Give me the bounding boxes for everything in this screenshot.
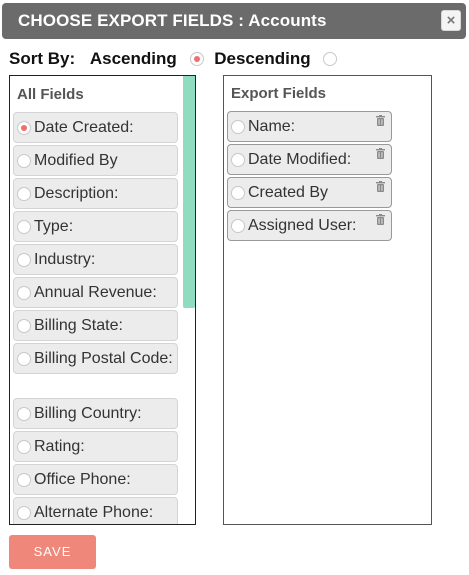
field-label: Annual Revenue: xyxy=(34,284,157,301)
field-item[interactable]: Date Created: xyxy=(13,112,178,143)
field-radio[interactable] xyxy=(17,319,31,333)
sort-ascending-label: Ascending xyxy=(89,48,177,68)
field-radio[interactable] xyxy=(231,153,245,167)
field-radio[interactable] xyxy=(17,121,31,135)
field-radio[interactable] xyxy=(17,506,31,520)
field-item[interactable]: Type: xyxy=(13,211,178,242)
field-radio[interactable] xyxy=(17,407,31,421)
export-field-item[interactable]: Date Modified: xyxy=(227,144,392,175)
export-field-item[interactable]: Created By xyxy=(227,177,392,208)
field-item[interactable]: Description: xyxy=(13,178,178,209)
field-item[interactable]: Office Phone: xyxy=(13,464,178,495)
field-radio[interactable] xyxy=(17,286,31,300)
field-label: Rating: xyxy=(34,438,85,455)
field-item[interactable]: Billing Country: xyxy=(13,398,178,429)
field-radio[interactable] xyxy=(17,187,31,201)
field-item[interactable]: Modified By xyxy=(13,145,178,176)
close-icon[interactable]: × xyxy=(441,10,461,31)
all-fields-panel: All Fields Date Created: Modified By Des… xyxy=(9,75,196,525)
field-label: Billing State: xyxy=(34,317,123,334)
export-fields-panel: Export Fields Name: Date Modified: Creat… xyxy=(223,75,432,525)
trash-icon[interactable] xyxy=(376,148,385,159)
field-item[interactable]: Annual Revenue: xyxy=(13,277,178,308)
field-item[interactable]: Rating: xyxy=(13,431,178,462)
trash-icon[interactable] xyxy=(376,115,385,126)
field-radio[interactable] xyxy=(17,154,31,168)
all-fields-title: All Fields xyxy=(17,86,84,103)
sort-bar: Sort By: Ascending Descending xyxy=(9,48,343,69)
field-label: Modified By xyxy=(34,152,118,169)
save-button[interactable]: SAVE xyxy=(9,535,96,569)
field-label: Office Phone: xyxy=(34,471,131,488)
field-label: Billing Postal Code: xyxy=(34,350,173,367)
field-label: Name: xyxy=(248,118,296,135)
export-field-item[interactable]: Name: xyxy=(227,111,392,142)
sort-ascending-radio[interactable] xyxy=(189,51,204,66)
field-radio[interactable] xyxy=(231,120,245,134)
field-radio[interactable] xyxy=(231,186,245,200)
sort-descending-label: Descending xyxy=(214,48,311,68)
field-label: Industry: xyxy=(34,251,96,268)
export-fields-title: Export Fields xyxy=(231,85,327,102)
field-label: Assigned User: xyxy=(248,217,357,234)
field-label: Type: xyxy=(34,218,74,235)
field-item[interactable]: Alternate Phone: xyxy=(13,497,178,524)
field-item[interactable]: Industry: xyxy=(13,244,178,275)
field-label: Date Modified: xyxy=(248,151,352,168)
dialog-title: CHOOSE EXPORT FIELDS : Accounts xyxy=(18,11,327,30)
field-label: Description: xyxy=(34,185,119,202)
field-radio[interactable] xyxy=(17,352,31,366)
field-label: Date Created: xyxy=(34,119,134,136)
sort-by-label: Sort By: xyxy=(9,48,76,68)
trash-icon[interactable] xyxy=(376,214,385,225)
all-fields-scrollbar-thumb[interactable] xyxy=(183,76,195,308)
field-item[interactable]: Billing State: xyxy=(13,310,178,341)
field-label: Alternate Phone: xyxy=(34,504,154,521)
trash-icon[interactable] xyxy=(376,181,385,192)
field-radio[interactable] xyxy=(231,219,245,233)
sort-descending-radio[interactable] xyxy=(323,51,338,66)
field-radio[interactable] xyxy=(17,473,31,487)
field-radio[interactable] xyxy=(17,220,31,234)
field-label: Billing Country: xyxy=(34,405,142,422)
field-radio[interactable] xyxy=(17,253,31,267)
field-radio[interactable] xyxy=(17,440,31,454)
field-label: Created By xyxy=(248,184,329,201)
field-item[interactable]: Billing Postal Code: xyxy=(13,343,178,374)
dialog-titlebar: CHOOSE EXPORT FIELDS : Accounts × xyxy=(2,3,466,39)
export-field-item[interactable]: Assigned User: xyxy=(227,210,392,241)
